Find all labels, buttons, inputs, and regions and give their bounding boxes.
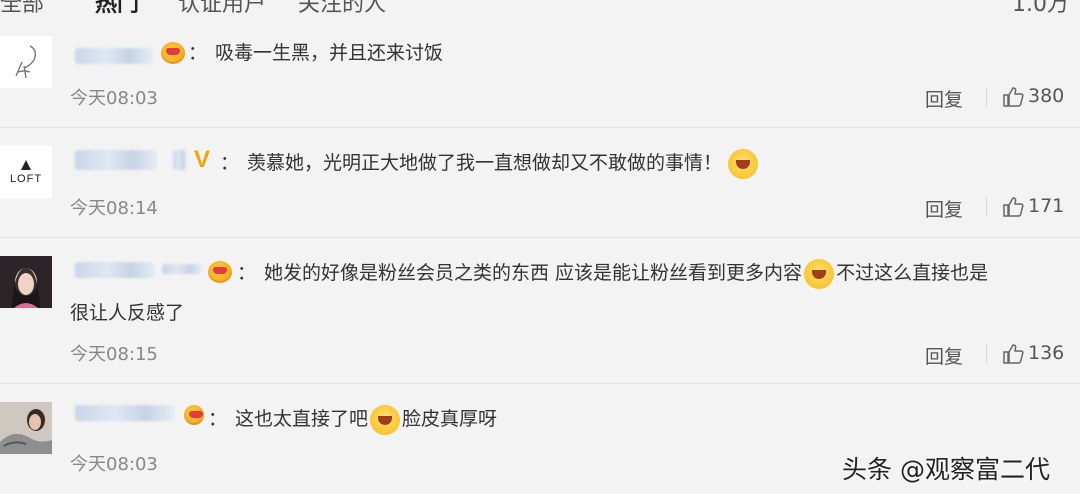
comment-text: 羡慕她，光明正大地做了我一直想做却又不敢做的事情！ bbox=[247, 152, 723, 174]
avatar[interactable] bbox=[0, 402, 52, 454]
avatar[interactable] bbox=[0, 36, 52, 88]
username-blurred[interactable] bbox=[75, 48, 153, 64]
reply-button[interactable]: 回复 bbox=[925, 195, 963, 222]
yum-emoji-icon bbox=[804, 258, 835, 289]
divider bbox=[986, 197, 987, 217]
comment-item: LOFT V ：羡慕她，光明正大地做了我一直想做却又不敢做的事情！ 今天08:1… bbox=[0, 128, 1080, 238]
sketch-avatar-icon bbox=[0, 36, 52, 88]
username-blurred[interactable] bbox=[75, 262, 155, 278]
like-button[interactable]: 171 bbox=[1002, 195, 1064, 218]
tab-verified[interactable]: 认证用户 bbox=[178, 0, 266, 14]
comment-text: 这也太直接了吧 bbox=[235, 408, 369, 430]
divider bbox=[986, 87, 987, 107]
tab-strip: 全部 热门 认证用户 关注的人 1.0万 bbox=[0, 0, 1080, 14]
thumbs-up-icon bbox=[1003, 343, 1024, 364]
portrait-avatar-icon bbox=[0, 256, 52, 308]
avatar[interactable]: LOFT bbox=[0, 146, 52, 198]
avatar[interactable] bbox=[0, 256, 52, 308]
loft-logo-icon bbox=[21, 159, 31, 170]
like-count: 380 bbox=[1028, 85, 1065, 107]
comment-time: 今天08:03 bbox=[70, 88, 158, 109]
thumbs-up-icon bbox=[1003, 196, 1024, 217]
comment-text-cont: 脸皮真厚呀 bbox=[402, 408, 498, 430]
comment-text: 她发的好像是粉丝会员之类的东西 应该是能让粉丝看到更多内容 bbox=[264, 262, 803, 284]
watermark: 头条 @观察富二代 bbox=[842, 455, 1050, 484]
comment-time: 今天08:15 bbox=[70, 344, 158, 365]
avatar-label: LOFT bbox=[9, 172, 43, 185]
comment-text: 吸毒一生黑，并且还来讨饭 bbox=[215, 42, 444, 64]
like-count: 171 bbox=[1028, 195, 1065, 217]
like-button[interactable]: 380 bbox=[1002, 85, 1064, 108]
username-blurred bbox=[173, 150, 187, 170]
laugh-cry-emoji-icon bbox=[370, 404, 401, 435]
thumbs-up-icon bbox=[1003, 86, 1024, 107]
comment-item: ：她发的好像是粉丝会员之类的东西 应该是能让粉丝看到更多内容 不过这么直接也是 很… bbox=[0, 238, 1080, 384]
comment-text-line2: 很让人反感了 bbox=[70, 302, 185, 324]
like-count: 136 bbox=[1028, 342, 1065, 364]
comment-time: 今天08:14 bbox=[70, 198, 158, 219]
like-button[interactable]: 136 bbox=[1002, 342, 1064, 365]
tab-hot[interactable]: 热门 bbox=[95, 0, 139, 14]
laugh-cry-emoji-icon bbox=[728, 148, 759, 179]
member-crown-icon bbox=[184, 405, 204, 425]
tab-all[interactable]: 全部 bbox=[0, 0, 44, 14]
reply-button[interactable]: 回复 bbox=[925, 342, 963, 369]
username-blurred bbox=[162, 264, 202, 274]
verified-v-icon: V bbox=[194, 146, 211, 173]
username-blurred[interactable] bbox=[75, 150, 157, 170]
comment-time: 今天08:03 bbox=[70, 454, 158, 475]
comment-count: 1.0万 bbox=[1012, 0, 1069, 14]
tab-following[interactable]: 关注的人 bbox=[298, 0, 386, 14]
divider bbox=[986, 344, 987, 364]
username-blurred[interactable] bbox=[75, 405, 175, 421]
comment-text-cont: 不过这么直接也是 bbox=[836, 262, 989, 284]
member-crown-icon bbox=[208, 261, 232, 283]
cat-photo-avatar-icon bbox=[0, 402, 52, 454]
reply-button[interactable]: 回复 bbox=[925, 85, 963, 112]
comment-item: ：吸毒一生黑，并且还来讨饭 今天08:03 回复 380 bbox=[0, 18, 1080, 128]
member-crown-icon bbox=[161, 42, 185, 64]
